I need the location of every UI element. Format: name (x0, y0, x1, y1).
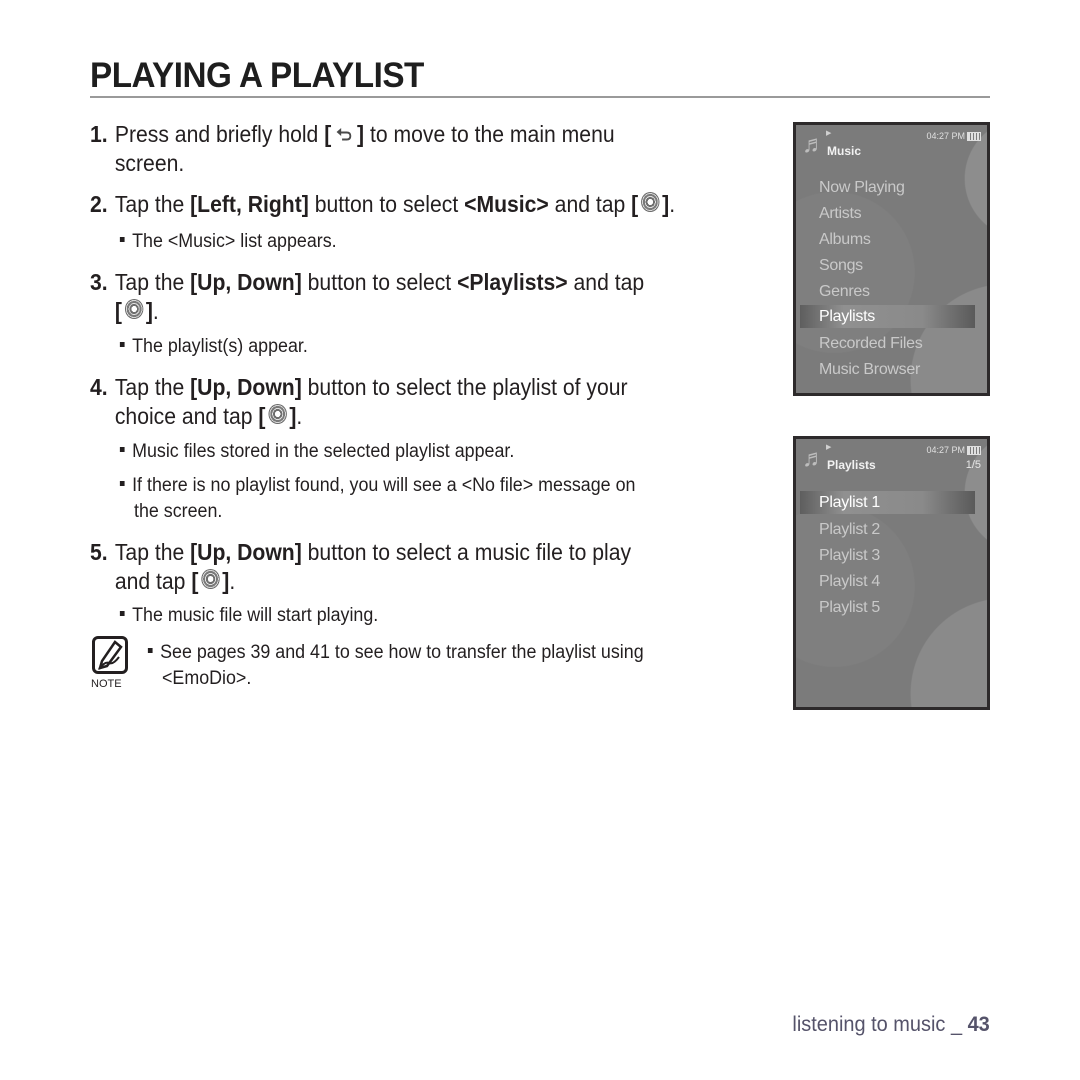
play-indicator-icon: ▶ (826, 130, 832, 137)
play-indicator-icon: ▶ (826, 444, 832, 451)
screen-title: Playlists (827, 458, 876, 472)
step-3: 3. Tap the [Up, Down] button to select <P… (90, 269, 645, 324)
menu-item-genres[interactable]: Genres (796, 279, 987, 305)
menu-item-albums[interactable]: Albums (796, 227, 987, 253)
page-footer: listening to music _ 43 (793, 1013, 990, 1037)
playlist-item[interactable]: Playlist 1 (800, 491, 975, 514)
step-number: 4. (90, 374, 108, 400)
note-label: NOTE (91, 678, 122, 690)
playlist-item[interactable]: Playlist 5 (796, 595, 987, 621)
playlist-item[interactable]: Playlist 4 (796, 569, 987, 595)
menu-item-recorded-files[interactable]: Recorded Files (796, 331, 987, 357)
music-menu-list: Now Playing Artists Albums Songs Genres … (796, 175, 987, 383)
bullet-item: The playlist(s) appear. (118, 334, 308, 360)
select-button-icon (640, 192, 660, 212)
bullet-square-icon (119, 237, 125, 243)
device-screen-playlists: ♬ ▶ Playlists 04:27 PM 1/5 Playlist 1 Pl… (793, 436, 990, 710)
select-button-icon (124, 299, 144, 319)
note-block: NOTE (90, 636, 130, 696)
step-4: 4. Tap the [Up, Down] button to select th… (90, 374, 628, 429)
step-1: 1. Press and briefly hold [] to move to t… (90, 120, 615, 176)
bullet-square-icon (119, 447, 125, 453)
select-button-icon (268, 404, 287, 424)
menu-item-artists[interactable]: Artists (796, 201, 987, 227)
step-number: 3. (90, 269, 108, 295)
battery-icon (967, 132, 981, 141)
bullet-item: Music files stored in the selected playl… (118, 439, 514, 465)
menu-item-now-playing[interactable]: Now Playing (796, 175, 987, 201)
bullet-item: The <Music> list appears. (118, 229, 337, 255)
playlist-item[interactable]: Playlist 3 (796, 543, 987, 569)
bullet-item: The music file will start playing. (118, 603, 378, 629)
battery-icon (967, 446, 981, 455)
device-screen-music: ♬ ▶ Music 04:27 PM Now Playing Artists A… (793, 122, 990, 396)
title-divider (90, 96, 990, 98)
playlist-list: Playlist 1 Playlist 2 Playlist 3 Playlis… (796, 491, 987, 621)
step-number: 2. (90, 191, 108, 217)
bullet-item: If there is no playlist found, you will … (118, 473, 635, 525)
step-number: 5. (90, 539, 108, 565)
menu-item-songs[interactable]: Songs (796, 253, 987, 279)
clock: 04:27 PM (926, 131, 965, 141)
menu-item-playlists[interactable]: Playlists (800, 305, 975, 328)
bullet-square-icon (119, 481, 125, 487)
select-button-icon (201, 569, 220, 589)
step-number: 1. (90, 121, 108, 147)
back-arrow-icon (335, 120, 353, 149)
bullet-square-icon (147, 648, 153, 654)
step-5: 5. Tap the [Up, Down] button to select a … (90, 539, 632, 594)
bullet-square-icon (119, 611, 125, 617)
note-text: See pages 39 and 41 to see how to transf… (146, 640, 644, 692)
page-number: 43 (967, 1013, 990, 1036)
screen-title: Music (827, 144, 862, 158)
item-counter: 1/5 (965, 459, 981, 471)
clock: 04:27 PM (926, 445, 965, 455)
step-2: 2. Tap the [Left, Right] button to select… (90, 191, 676, 217)
menu-item-music-browser[interactable]: Music Browser (796, 357, 987, 383)
section-name: listening to music _ (792, 1013, 968, 1036)
music-note-icon: ♬ (802, 445, 826, 472)
bullet-square-icon (119, 342, 125, 348)
note-pencil-icon (92, 636, 128, 674)
playlist-item[interactable]: Playlist 2 (796, 517, 987, 543)
music-note-icon: ♬ (802, 131, 826, 158)
page-title: PLAYING A PLAYLIST (90, 56, 424, 95)
